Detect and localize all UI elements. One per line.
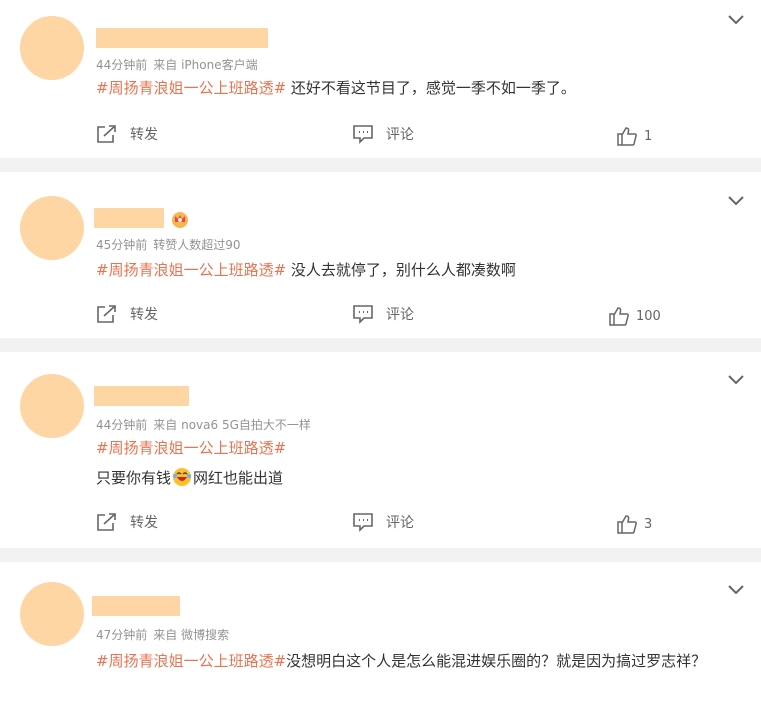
- post-meta: 45分钟前 转赞人数超过90: [96, 236, 241, 253]
- like-button[interactable]: 1: [616, 126, 652, 146]
- post-meta: 44分钟前 来自 nova6 5G自拍大不一样: [96, 416, 311, 433]
- topic-link[interactable]: #周扬青浪姐一公上班路透#: [96, 79, 286, 97]
- post-time: 47分钟前: [96, 628, 148, 642]
- topic-link[interactable]: #周扬青浪姐一公上班路透#: [96, 261, 286, 279]
- username-redacted[interactable]: [94, 208, 164, 228]
- post-text: #周扬青浪姐一公上班路透# 还好不看这节目了，感觉一季不如一季了。: [96, 76, 741, 100]
- like-count: 3: [644, 516, 653, 532]
- repost-icon: [97, 125, 116, 143]
- comment-icon: [353, 513, 373, 532]
- post-source: 来自 微博搜索: [153, 628, 230, 642]
- avatar[interactable]: [20, 196, 84, 260]
- username-redacted[interactable]: [94, 386, 189, 406]
- chevron-down-icon[interactable]: [727, 14, 745, 26]
- post-time: 45分钟前: [96, 238, 148, 252]
- topic-link[interactable]: #周扬青浪姐一公上班路透#: [96, 652, 286, 670]
- repost-label: 转发: [130, 307, 158, 323]
- post-meta: 47分钟前 来自 微博搜索: [96, 626, 229, 643]
- like-button[interactable]: 100: [608, 306, 661, 326]
- comment-icon: [353, 305, 373, 324]
- comment-button[interactable]: 评论: [352, 304, 414, 324]
- comment-label: 评论: [386, 515, 414, 531]
- repost-button[interactable]: 转发: [96, 304, 158, 324]
- laughing-crying-emoji-icon: [173, 468, 192, 486]
- comment-card: 45分钟前 转赞人数超过90 #周扬青浪姐一公上班路透# 没人去就停了，别什么人都…: [0, 172, 761, 338]
- repost-button[interactable]: 转发: [96, 124, 158, 144]
- avatar[interactable]: [20, 582, 84, 646]
- comment-icon: [353, 125, 373, 144]
- post-text: #周扬青浪姐一公上班路透#没想明白这个人是怎么能混进娱乐圈的？就是因为搞过罗志祥…: [96, 646, 741, 676]
- comment-button[interactable]: 评论: [352, 512, 414, 532]
- post-body: 只要你有钱 网红也能出道: [96, 466, 741, 490]
- avatar[interactable]: [20, 16, 84, 80]
- post-body-part: 只要你有钱: [96, 469, 172, 487]
- like-count: 1: [644, 128, 653, 144]
- repost-icon: [97, 305, 116, 323]
- avatar[interactable]: [20, 374, 84, 438]
- post-body: 没人去就停了，别什么人都凑数啊: [286, 261, 516, 279]
- comment-card: 44分钟前 来自 iPhone客户端 #周扬青浪姐一公上班路透# 还好不看这节目了…: [0, 0, 761, 158]
- crown-icon: [172, 212, 188, 228]
- post-meta: 44分钟前 来自 iPhone客户端: [96, 56, 258, 73]
- post-time: 44分钟前: [96, 58, 148, 72]
- topic-link[interactable]: #周扬青浪姐一公上班路透#: [96, 439, 286, 457]
- post-source: 来自 nova6 5G自拍大不一样: [153, 418, 311, 432]
- repost-label: 转发: [130, 515, 158, 531]
- like-button[interactable]: 3: [616, 514, 652, 534]
- post-source: 转赞人数超过90: [153, 238, 241, 252]
- username-redacted[interactable]: [96, 28, 268, 48]
- thumbs-up-icon: [617, 515, 637, 534]
- repost-label: 转发: [130, 127, 158, 143]
- post-body: 还好不看这节目了，感觉一季不如一季了。: [286, 79, 576, 97]
- username-redacted[interactable]: [92, 596, 180, 616]
- post-source: 来自 iPhone客户端: [153, 58, 258, 72]
- comment-card: 47分钟前 来自 微博搜索 #周扬青浪姐一公上班路透#没想明白这个人是怎么能混进娱…: [0, 562, 761, 710]
- comment-button[interactable]: 评论: [352, 124, 414, 144]
- post-body-part: 网红也能出道: [193, 469, 284, 487]
- like-count: 100: [636, 308, 661, 324]
- post-body: 没想明白这个人是怎么能混进娱乐圈的？就是因为搞过罗志祥？: [286, 652, 707, 670]
- post-text: #周扬青浪姐一公上班路透# 没人去就停了，别什么人都凑数啊: [96, 258, 741, 282]
- comment-card: 44分钟前 来自 nova6 5G自拍大不一样 #周扬青浪姐一公上班路透# 只要你…: [0, 352, 761, 548]
- thumbs-up-icon: [609, 307, 629, 326]
- post-time: 44分钟前: [96, 418, 148, 432]
- thumbs-up-icon: [617, 127, 637, 146]
- repost-button[interactable]: 转发: [96, 512, 158, 532]
- repost-icon: [97, 513, 116, 531]
- chevron-down-icon[interactable]: [727, 374, 745, 386]
- chevron-down-icon[interactable]: [727, 195, 745, 207]
- comment-label: 评论: [386, 127, 414, 143]
- post-text: #周扬青浪姐一公上班路透#: [96, 436, 741, 460]
- comment-label: 评论: [386, 307, 414, 323]
- chevron-down-icon[interactable]: [727, 584, 745, 596]
